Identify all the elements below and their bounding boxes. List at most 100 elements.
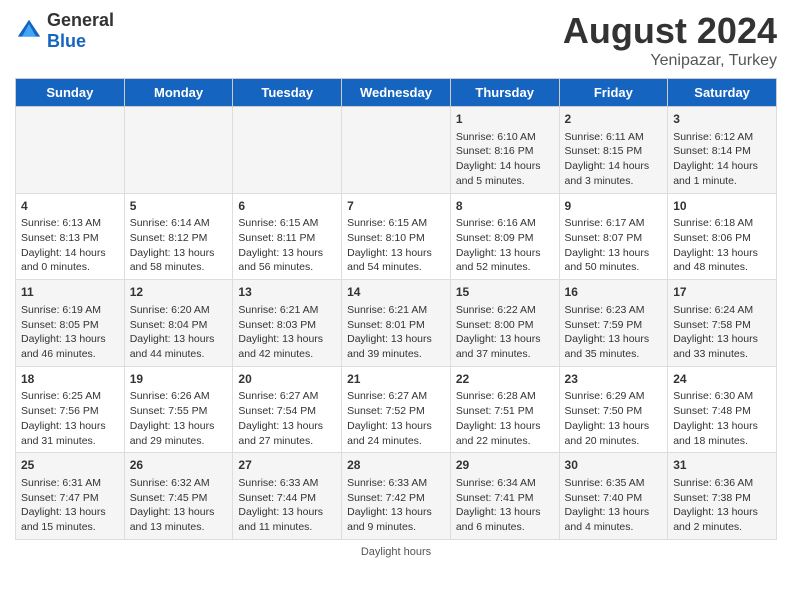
day-number: 15 — [456, 284, 554, 301]
day-cell: 22Sunrise: 6:28 AM Sunset: 7:51 PM Dayli… — [450, 366, 559, 453]
day-number: 18 — [21, 371, 119, 388]
day-info: Sunrise: 6:26 AM Sunset: 7:55 PM Dayligh… — [130, 389, 228, 448]
footer-daylight: Daylight hours — [15, 546, 777, 558]
col-header-saturday: Saturday — [668, 79, 777, 107]
page-header: General Blue August 2024 Yenipazar, Turk… — [15, 10, 777, 70]
day-cell: 27Sunrise: 6:33 AM Sunset: 7:44 PM Dayli… — [233, 453, 342, 540]
day-number: 16 — [565, 284, 663, 301]
week-row-5: 25 Sunrise: 6:31 AM Sunset: 7:47 PM Dayli… — [16, 453, 777, 540]
day-cell: 2Sunrise: 6:11 AM Sunset: 8:15 PM Daylig… — [559, 107, 668, 194]
day-number: 14 — [347, 284, 445, 301]
day-number: 13 — [238, 284, 336, 301]
day-number: 5 — [130, 198, 228, 215]
day-number: 17 — [673, 284, 771, 301]
day-cell: 19Sunrise: 6:26 AM Sunset: 7:55 PM Dayli… — [124, 366, 233, 453]
day-info: Sunrise: 6:31 AM Sunset: 7:47 PM Dayligh… — [21, 476, 119, 535]
logo-general-text: General — [47, 10, 114, 30]
day-info: Sunrise: 6:29 AM Sunset: 7:50 PM Dayligh… — [565, 389, 663, 448]
day-number: 12 — [130, 284, 228, 301]
day-number: 25 — [21, 457, 119, 474]
logo-icon — [15, 17, 43, 45]
day-info: Sunrise: 6:21 AM Sunset: 8:03 PM Dayligh… — [238, 303, 336, 362]
day-info: Sunrise: 6:20 AM Sunset: 8:04 PM Dayligh… — [130, 303, 228, 362]
day-number: 31 — [673, 457, 771, 474]
day-cell: 6Sunrise: 6:15 AM Sunset: 8:11 PM Daylig… — [233, 193, 342, 280]
day-info: Sunrise: 6:12 AM Sunset: 8:14 PM Dayligh… — [673, 130, 771, 189]
day-info: Sunrise: 6:22 AM Sunset: 8:00 PM Dayligh… — [456, 303, 554, 362]
day-cell: 7Sunrise: 6:15 AM Sunset: 8:10 PM Daylig… — [342, 193, 451, 280]
day-info: Sunrise: 6:27 AM Sunset: 7:54 PM Dayligh… — [238, 389, 336, 448]
day-info: Sunrise: 6:34 AM Sunset: 7:41 PM Dayligh… — [456, 476, 554, 535]
week-row-4: 18Sunrise: 6:25 AM Sunset: 7:56 PM Dayli… — [16, 366, 777, 453]
col-header-wednesday: Wednesday — [342, 79, 451, 107]
day-info: Sunrise: 6:21 AM Sunset: 8:01 PM Dayligh… — [347, 303, 445, 362]
day-info: Sunrise: 6:27 AM Sunset: 7:52 PM Dayligh… — [347, 389, 445, 448]
day-cell: 8Sunrise: 6:16 AM Sunset: 8:09 PM Daylig… — [450, 193, 559, 280]
day-number: 4 — [21, 198, 119, 215]
day-info: Sunrise: 6:19 AM Sunset: 8:05 PM Dayligh… — [21, 303, 119, 362]
day-number: 3 — [673, 111, 771, 128]
day-cell: 9Sunrise: 6:17 AM Sunset: 8:07 PM Daylig… — [559, 193, 668, 280]
day-cell: 12 Sunrise: 6:20 AM Sunset: 8:04 PM Dayli… — [124, 280, 233, 367]
day-info: Sunrise: 6:17 AM Sunset: 8:07 PM Dayligh… — [565, 216, 663, 275]
day-info: Sunrise: 6:30 AM Sunset: 7:48 PM Dayligh… — [673, 389, 771, 448]
day-number: 1 — [456, 111, 554, 128]
day-number: 22 — [456, 371, 554, 388]
subtitle: Yenipazar, Turkey — [563, 52, 777, 70]
title-block: August 2024 Yenipazar, Turkey — [563, 10, 777, 70]
day-cell: 15 Sunrise: 6:22 AM Sunset: 8:00 PM Dayli… — [450, 280, 559, 367]
day-info: Sunrise: 6:28 AM Sunset: 7:51 PM Dayligh… — [456, 389, 554, 448]
day-number: 24 — [673, 371, 771, 388]
col-header-thursday: Thursday — [450, 79, 559, 107]
col-header-sunday: Sunday — [16, 79, 125, 107]
day-number: 9 — [565, 198, 663, 215]
day-number: 19 — [130, 371, 228, 388]
header-row: SundayMondayTuesdayWednesdayThursdayFrid… — [16, 79, 777, 107]
day-info: Sunrise: 6:13 AM Sunset: 8:13 PM Dayligh… — [21, 216, 119, 275]
day-number: 2 — [565, 111, 663, 128]
day-cell: 1 Sunrise: 6:10 AM Sunset: 8:16 PM Daylig… — [450, 107, 559, 194]
week-row-1: 1 Sunrise: 6:10 AM Sunset: 8:16 PM Daylig… — [16, 107, 777, 194]
day-cell: 18Sunrise: 6:25 AM Sunset: 7:56 PM Dayli… — [16, 366, 125, 453]
day-cell: 14 Sunrise: 6:21 AM Sunset: 8:01 PM Dayli… — [342, 280, 451, 367]
day-cell: 24Sunrise: 6:30 AM Sunset: 7:48 PM Dayli… — [668, 366, 777, 453]
day-number: 21 — [347, 371, 445, 388]
day-number: 26 — [130, 457, 228, 474]
day-number: 10 — [673, 198, 771, 215]
day-cell: 10Sunrise: 6:18 AM Sunset: 8:06 PM Dayli… — [668, 193, 777, 280]
day-cell: 11Sunrise: 6:19 AM Sunset: 8:05 PM Dayli… — [16, 280, 125, 367]
day-info: Sunrise: 6:10 AM Sunset: 8:16 PM Dayligh… — [456, 130, 554, 189]
day-number: 28 — [347, 457, 445, 474]
day-info: Sunrise: 6:24 AM Sunset: 7:58 PM Dayligh… — [673, 303, 771, 362]
day-number: 6 — [238, 198, 336, 215]
day-info: Sunrise: 6:23 AM Sunset: 7:59 PM Dayligh… — [565, 303, 663, 362]
day-cell — [124, 107, 233, 194]
day-number: 29 — [456, 457, 554, 474]
day-cell: 17 Sunrise: 6:24 AM Sunset: 7:58 PM Dayli… — [668, 280, 777, 367]
day-cell: 23Sunrise: 6:29 AM Sunset: 7:50 PM Dayli… — [559, 366, 668, 453]
day-cell: 13 Sunrise: 6:21 AM Sunset: 8:03 PM Dayli… — [233, 280, 342, 367]
day-info: Sunrise: 6:36 AM Sunset: 7:38 PM Dayligh… — [673, 476, 771, 535]
day-number: 23 — [565, 371, 663, 388]
day-cell: 26Sunrise: 6:32 AM Sunset: 7:45 PM Dayli… — [124, 453, 233, 540]
day-number: 7 — [347, 198, 445, 215]
day-info: Sunrise: 6:33 AM Sunset: 7:44 PM Dayligh… — [238, 476, 336, 535]
logo: General Blue — [15, 10, 114, 52]
day-info: Sunrise: 6:15 AM Sunset: 8:10 PM Dayligh… — [347, 216, 445, 275]
day-cell: 21Sunrise: 6:27 AM Sunset: 7:52 PM Dayli… — [342, 366, 451, 453]
day-cell: 25 Sunrise: 6:31 AM Sunset: 7:47 PM Dayli… — [16, 453, 125, 540]
day-number: 8 — [456, 198, 554, 215]
day-info: Sunrise: 6:14 AM Sunset: 8:12 PM Dayligh… — [130, 216, 228, 275]
col-header-monday: Monday — [124, 79, 233, 107]
week-row-2: 4Sunrise: 6:13 AM Sunset: 8:13 PM Daylig… — [16, 193, 777, 280]
day-cell: 30 Sunrise: 6:35 AM Sunset: 7:40 PM Dayli… — [559, 453, 668, 540]
day-cell: 16 Sunrise: 6:23 AM Sunset: 7:59 PM Dayli… — [559, 280, 668, 367]
day-cell: 28Sunrise: 6:33 AM Sunset: 7:42 PM Dayli… — [342, 453, 451, 540]
day-cell: 20Sunrise: 6:27 AM Sunset: 7:54 PM Dayli… — [233, 366, 342, 453]
day-cell — [16, 107, 125, 194]
day-number: 30 — [565, 457, 663, 474]
day-cell: 29 Sunrise: 6:34 AM Sunset: 7:41 PM Dayli… — [450, 453, 559, 540]
day-info: Sunrise: 6:35 AM Sunset: 7:40 PM Dayligh… — [565, 476, 663, 535]
day-cell: 5Sunrise: 6:14 AM Sunset: 8:12 PM Daylig… — [124, 193, 233, 280]
day-cell: 4Sunrise: 6:13 AM Sunset: 8:13 PM Daylig… — [16, 193, 125, 280]
